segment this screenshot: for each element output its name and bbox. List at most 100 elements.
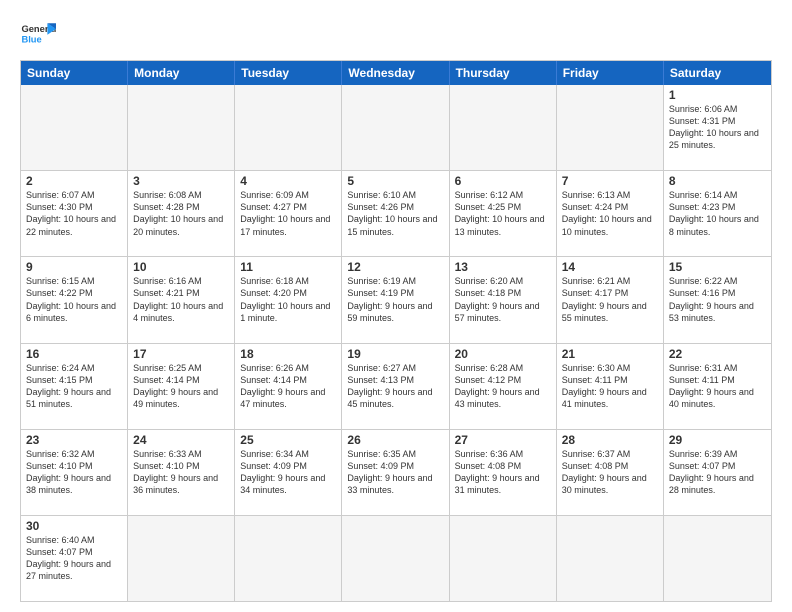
day-number: 28 <box>562 433 658 447</box>
day-cell-19: 19Sunrise: 6:27 AM Sunset: 4:13 PM Dayli… <box>342 344 449 429</box>
day-number: 24 <box>133 433 229 447</box>
day-info: Sunrise: 6:40 AM Sunset: 4:07 PM Dayligh… <box>26 534 122 583</box>
day-cell-1: 1Sunrise: 6:06 AM Sunset: 4:31 PM Daylig… <box>664 85 771 170</box>
day-header-tuesday: Tuesday <box>235 61 342 85</box>
day-cell-26: 26Sunrise: 6:35 AM Sunset: 4:09 PM Dayli… <box>342 430 449 515</box>
day-number: 17 <box>133 347 229 361</box>
day-cell-27: 27Sunrise: 6:36 AM Sunset: 4:08 PM Dayli… <box>450 430 557 515</box>
day-info: Sunrise: 6:37 AM Sunset: 4:08 PM Dayligh… <box>562 448 658 497</box>
day-cell-18: 18Sunrise: 6:26 AM Sunset: 4:14 PM Dayli… <box>235 344 342 429</box>
day-info: Sunrise: 6:08 AM Sunset: 4:28 PM Dayligh… <box>133 189 229 238</box>
day-cell-23: 23Sunrise: 6:32 AM Sunset: 4:10 PM Dayli… <box>21 430 128 515</box>
day-number: 29 <box>669 433 766 447</box>
day-info: Sunrise: 6:22 AM Sunset: 4:16 PM Dayligh… <box>669 275 766 324</box>
day-info: Sunrise: 6:27 AM Sunset: 4:13 PM Dayligh… <box>347 362 443 411</box>
day-cell-20: 20Sunrise: 6:28 AM Sunset: 4:12 PM Dayli… <box>450 344 557 429</box>
day-info: Sunrise: 6:34 AM Sunset: 4:09 PM Dayligh… <box>240 448 336 497</box>
day-cell-25: 25Sunrise: 6:34 AM Sunset: 4:09 PM Dayli… <box>235 430 342 515</box>
day-number: 25 <box>240 433 336 447</box>
day-info: Sunrise: 6:09 AM Sunset: 4:27 PM Dayligh… <box>240 189 336 238</box>
week-row-5: 23Sunrise: 6:32 AM Sunset: 4:10 PM Dayli… <box>21 429 771 515</box>
general-blue-logo-icon: General Blue <box>20 16 56 52</box>
day-info: Sunrise: 6:15 AM Sunset: 4:22 PM Dayligh… <box>26 275 122 324</box>
day-number: 23 <box>26 433 122 447</box>
day-number: 21 <box>562 347 658 361</box>
day-info: Sunrise: 6:16 AM Sunset: 4:21 PM Dayligh… <box>133 275 229 324</box>
day-cell-3: 3Sunrise: 6:08 AM Sunset: 4:28 PM Daylig… <box>128 171 235 256</box>
day-header-thursday: Thursday <box>450 61 557 85</box>
day-header-sunday: Sunday <box>21 61 128 85</box>
day-number: 1 <box>669 88 766 102</box>
day-number: 6 <box>455 174 551 188</box>
day-cell-empty <box>128 516 235 601</box>
day-cell-28: 28Sunrise: 6:37 AM Sunset: 4:08 PM Dayli… <box>557 430 664 515</box>
day-number: 15 <box>669 260 766 274</box>
day-info: Sunrise: 6:06 AM Sunset: 4:31 PM Dayligh… <box>669 103 766 152</box>
day-info: Sunrise: 6:07 AM Sunset: 4:30 PM Dayligh… <box>26 189 122 238</box>
day-header-saturday: Saturday <box>664 61 771 85</box>
day-number: 9 <box>26 260 122 274</box>
day-cell-4: 4Sunrise: 6:09 AM Sunset: 4:27 PM Daylig… <box>235 171 342 256</box>
day-cell-10: 10Sunrise: 6:16 AM Sunset: 4:21 PM Dayli… <box>128 257 235 342</box>
day-cell-empty <box>450 85 557 170</box>
day-cell-empty <box>235 85 342 170</box>
day-info: Sunrise: 6:19 AM Sunset: 4:19 PM Dayligh… <box>347 275 443 324</box>
day-number: 5 <box>347 174 443 188</box>
day-number: 8 <box>669 174 766 188</box>
day-info: Sunrise: 6:33 AM Sunset: 4:10 PM Dayligh… <box>133 448 229 497</box>
day-number: 30 <box>26 519 122 533</box>
day-cell-6: 6Sunrise: 6:12 AM Sunset: 4:25 PM Daylig… <box>450 171 557 256</box>
page: General Blue SundayMondayTuesdayWednesda… <box>0 0 792 612</box>
day-cell-14: 14Sunrise: 6:21 AM Sunset: 4:17 PM Dayli… <box>557 257 664 342</box>
calendar: SundayMondayTuesdayWednesdayThursdayFrid… <box>20 60 772 602</box>
day-cell-empty <box>664 516 771 601</box>
svg-text:Blue: Blue <box>21 35 41 45</box>
day-number: 22 <box>669 347 766 361</box>
week-row-4: 16Sunrise: 6:24 AM Sunset: 4:15 PM Dayli… <box>21 343 771 429</box>
day-info: Sunrise: 6:13 AM Sunset: 4:24 PM Dayligh… <box>562 189 658 238</box>
day-number: 18 <box>240 347 336 361</box>
day-number: 7 <box>562 174 658 188</box>
day-cell-13: 13Sunrise: 6:20 AM Sunset: 4:18 PM Dayli… <box>450 257 557 342</box>
day-cell-21: 21Sunrise: 6:30 AM Sunset: 4:11 PM Dayli… <box>557 344 664 429</box>
day-number: 4 <box>240 174 336 188</box>
day-cell-7: 7Sunrise: 6:13 AM Sunset: 4:24 PM Daylig… <box>557 171 664 256</box>
day-headers-row: SundayMondayTuesdayWednesdayThursdayFrid… <box>21 61 771 85</box>
day-number: 27 <box>455 433 551 447</box>
day-cell-8: 8Sunrise: 6:14 AM Sunset: 4:23 PM Daylig… <box>664 171 771 256</box>
day-cell-11: 11Sunrise: 6:18 AM Sunset: 4:20 PM Dayli… <box>235 257 342 342</box>
day-info: Sunrise: 6:24 AM Sunset: 4:15 PM Dayligh… <box>26 362 122 411</box>
weeks-container: 1Sunrise: 6:06 AM Sunset: 4:31 PM Daylig… <box>21 85 771 601</box>
logo: General Blue <box>20 16 56 52</box>
day-cell-empty <box>235 516 342 601</box>
day-cell-30: 30Sunrise: 6:40 AM Sunset: 4:07 PM Dayli… <box>21 516 128 601</box>
day-number: 20 <box>455 347 551 361</box>
week-row-3: 9Sunrise: 6:15 AM Sunset: 4:22 PM Daylig… <box>21 256 771 342</box>
day-cell-16: 16Sunrise: 6:24 AM Sunset: 4:15 PM Dayli… <box>21 344 128 429</box>
day-header-wednesday: Wednesday <box>342 61 449 85</box>
day-cell-29: 29Sunrise: 6:39 AM Sunset: 4:07 PM Dayli… <box>664 430 771 515</box>
day-cell-empty <box>557 516 664 601</box>
day-number: 2 <box>26 174 122 188</box>
day-number: 14 <box>562 260 658 274</box>
day-cell-empty <box>342 85 449 170</box>
day-cell-empty <box>342 516 449 601</box>
day-cell-5: 5Sunrise: 6:10 AM Sunset: 4:26 PM Daylig… <box>342 171 449 256</box>
day-info: Sunrise: 6:30 AM Sunset: 4:11 PM Dayligh… <box>562 362 658 411</box>
day-info: Sunrise: 6:26 AM Sunset: 4:14 PM Dayligh… <box>240 362 336 411</box>
day-number: 11 <box>240 260 336 274</box>
day-info: Sunrise: 6:18 AM Sunset: 4:20 PM Dayligh… <box>240 275 336 324</box>
week-row-2: 2Sunrise: 6:07 AM Sunset: 4:30 PM Daylig… <box>21 170 771 256</box>
day-info: Sunrise: 6:31 AM Sunset: 4:11 PM Dayligh… <box>669 362 766 411</box>
day-cell-15: 15Sunrise: 6:22 AM Sunset: 4:16 PM Dayli… <box>664 257 771 342</box>
day-info: Sunrise: 6:39 AM Sunset: 4:07 PM Dayligh… <box>669 448 766 497</box>
week-row-6: 30Sunrise: 6:40 AM Sunset: 4:07 PM Dayli… <box>21 515 771 601</box>
header: General Blue <box>20 16 772 52</box>
day-cell-empty <box>21 85 128 170</box>
day-info: Sunrise: 6:14 AM Sunset: 4:23 PM Dayligh… <box>669 189 766 238</box>
day-number: 10 <box>133 260 229 274</box>
day-info: Sunrise: 6:25 AM Sunset: 4:14 PM Dayligh… <box>133 362 229 411</box>
day-info: Sunrise: 6:36 AM Sunset: 4:08 PM Dayligh… <box>455 448 551 497</box>
day-number: 13 <box>455 260 551 274</box>
day-info: Sunrise: 6:28 AM Sunset: 4:12 PM Dayligh… <box>455 362 551 411</box>
